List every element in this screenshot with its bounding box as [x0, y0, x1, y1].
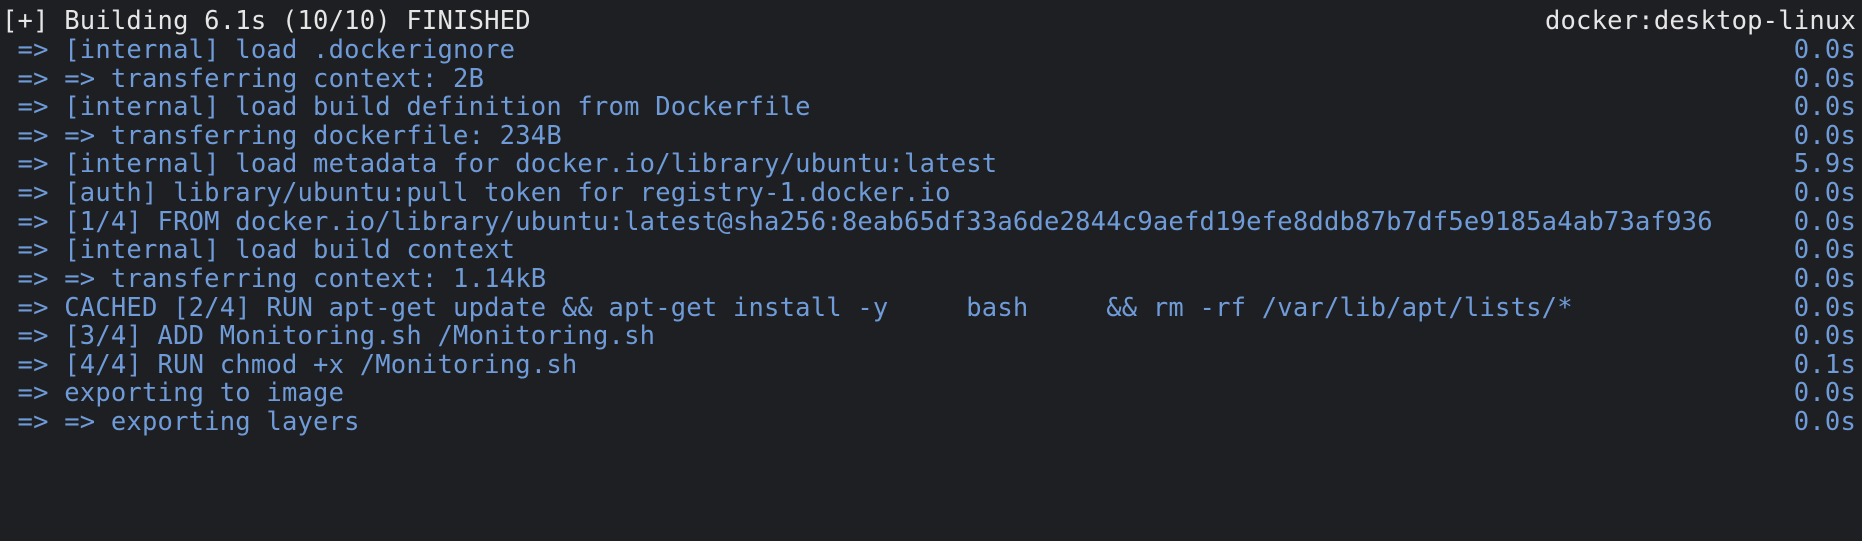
- build-step-line: => => exporting layers 0.0s: [2, 405, 1856, 439]
- terminal-output: [+] Building 6.1s (10/10) FINISHED docke…: [0, 0, 1862, 516]
- build-step-text: => => exporting layers: [2, 407, 360, 437]
- build-step-time: 0.0s: [1793, 407, 1856, 437]
